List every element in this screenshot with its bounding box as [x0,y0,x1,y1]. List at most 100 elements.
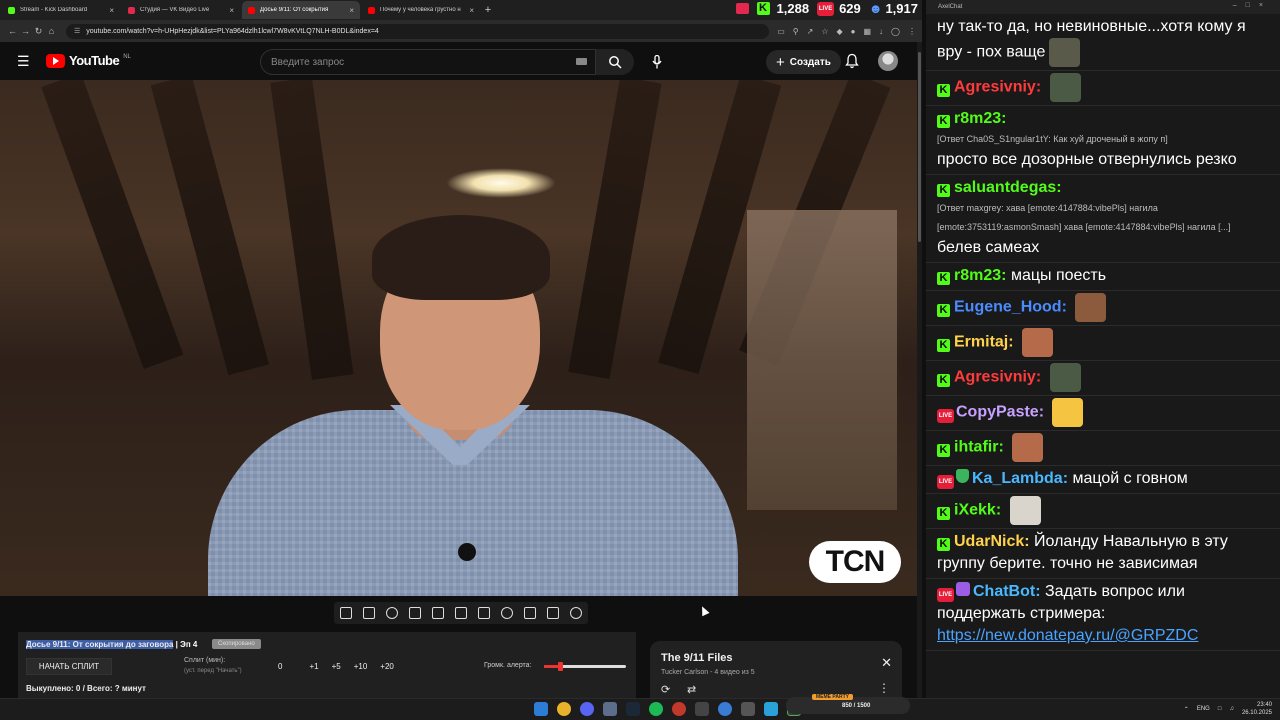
filmstrip-icon[interactable] [478,607,490,619]
chat-username[interactable]: Ermitaj: [954,334,1014,351]
youtube-logo[interactable]: YouTube NL [46,53,131,68]
close-tab-icon[interactable]: × [229,6,234,15]
close-tab-icon[interactable]: × [469,6,474,15]
add-20-button[interactable]: +20 [380,662,394,671]
total-viewers: ☻ 1,917 [869,1,918,16]
gear-icon[interactable] [570,607,583,619]
profile-icon[interactable]: ◯ [891,27,900,36]
window-controls[interactable]: –□× [1233,2,1272,9]
download-icon[interactable]: ↓ [879,27,883,36]
meme-party-widget[interactable]: MEME PARTY 850 / 1500 [786,694,910,714]
shuffle-icon[interactable]: ⇄ [687,683,696,696]
zoom-icon[interactable]: ⚲ [793,27,799,36]
loop-icon[interactable] [339,607,352,619]
audio-icon[interactable] [385,607,398,619]
extensions-puzzle-icon[interactable]: ▦ [863,27,871,36]
chat-username[interactable]: Agresivniy: [954,369,1041,386]
clapperboard-icon[interactable] [431,607,444,619]
add-10-button[interactable]: +10 [354,662,368,671]
settings-window-icon[interactable] [408,607,421,619]
extension-icon[interactable]: ◆ [836,27,842,36]
chat-username[interactable]: saluantdegas: [954,179,1062,196]
language-indicator[interactable]: ENG [1197,706,1210,712]
tab-youtube-video[interactable]: Досье 9/11: От сокрытия × [242,1,360,19]
add-frame-icon[interactable] [524,607,537,619]
sort-icon[interactable] [362,607,375,619]
install-icon[interactable]: ▭ [777,27,785,36]
new-tab-button[interactable]: + [480,4,496,16]
alert-volume-knob[interactable] [558,662,564,671]
search-button[interactable] [596,49,634,75]
bookmark-star-icon[interactable]: ☆ [821,27,828,36]
forward-icon[interactable]: → [19,26,32,36]
app-icon[interactable] [718,702,732,716]
close-tab-icon[interactable]: × [109,6,114,15]
menu-dots-icon[interactable]: ⋮ [908,27,916,36]
more-options-icon[interactable]: ⋮ [878,681,890,695]
chat-username[interactable]: Eugene_Hood: [954,299,1067,316]
discord-alt-icon[interactable] [603,702,617,716]
chat-username[interactable]: ihtafir: [954,439,1004,456]
scrollbar-thumb[interactable] [918,52,921,242]
create-button[interactable]: + Создать [766,50,841,74]
tab-kick-dashboard[interactable]: Stream - Kick Dashboard × [2,1,120,19]
search-input[interactable]: Введите запрос [260,49,596,75]
app-icon[interactable] [672,702,686,716]
keyboard-icon[interactable] [576,58,587,65]
kick-favicon-icon [8,6,15,14]
obs-icon[interactable] [695,702,709,716]
network-icon[interactable]: □ [1218,706,1222,712]
chat-message: Ksaluantdegas: [Ответ maxgrey: хава [emo… [926,175,1280,263]
telegram-icon[interactable] [764,702,778,716]
chat-username[interactable]: Ka_Lambda: [972,470,1068,487]
tab-youtube-other[interactable]: Почему у человека грустно н × [362,1,480,19]
tab-vk-studio[interactable]: Студия — VK Видео Live × [122,1,240,19]
pip-icon[interactable] [454,607,467,619]
page-scrollbar[interactable] [917,42,922,698]
app-icon[interactable] [741,702,755,716]
video-player[interactable]: TCN [0,80,917,596]
loop-playlist-icon[interactable]: ⟳ [661,683,670,696]
playlist-title[interactable]: The 9/11 Files [661,652,733,664]
back-icon[interactable]: ← [6,26,19,36]
kick-icon: K [756,2,770,15]
donate-link[interactable]: https://new.donatepay.ru/@GRPZDC [937,627,1198,644]
add-5-button[interactable]: +5 [332,662,341,671]
screenshot-camera-icon[interactable] [547,607,560,619]
chat-username[interactable]: Agresivniy: [954,79,1041,96]
clock[interactable]: 23:40 26.10.2025 [1242,701,1272,717]
chat-username[interactable]: CopyPaste: [956,404,1044,421]
site-info-icon[interactable]: ☰ [74,27,80,35]
chat-username[interactable]: r8m23: [954,267,1006,284]
plus-icon: + [776,53,785,71]
close-tab-icon[interactable]: × [349,6,354,15]
start-split-button[interactable]: НАЧАТЬ СПЛИТ [26,658,112,675]
notifications-bell-icon[interactable] [844,53,860,69]
tray-arrow-icon[interactable]: ⌃ [1184,706,1189,713]
windows-start-icon[interactable] [534,702,548,716]
account-avatar[interactable] [878,51,898,71]
volume-icon[interactable]: ♫ [1229,706,1234,712]
video-extension-toolbar [334,602,588,624]
steam-icon[interactable] [626,702,640,716]
close-playlist-icon[interactable]: ✕ [881,655,892,671]
chrome-icon[interactable] [557,702,571,716]
share-icon[interactable]: ↗ [807,27,814,36]
voice-search-button[interactable] [644,49,670,75]
spotify-icon[interactable] [649,702,663,716]
url-field[interactable]: ☰ youtube.com/watch?v=h-UHpHezjdk&list=P… [66,23,770,39]
search-placeholder: Введите запрос [271,56,345,68]
alert-volume-slider[interactable] [544,662,626,671]
speed-icon[interactable] [501,607,514,619]
extension-icon[interactable]: ● [851,27,856,36]
chat-username[interactable]: iXekk: [954,502,1001,519]
chat-username[interactable]: r8m23: [954,110,1006,127]
hamburger-menu-icon[interactable]: ☰ [17,54,31,68]
add-1-button[interactable]: +1 [309,662,318,671]
chat-username[interactable]: UdarNick: [954,533,1030,550]
reload-icon[interactable]: ↻ [32,26,45,37]
home-icon[interactable]: ⌂ [45,26,58,36]
vk-live-badge-icon: LIVE [937,408,954,423]
chat-username[interactable]: ChatBot: [973,583,1041,600]
discord-icon[interactable] [580,702,594,716]
